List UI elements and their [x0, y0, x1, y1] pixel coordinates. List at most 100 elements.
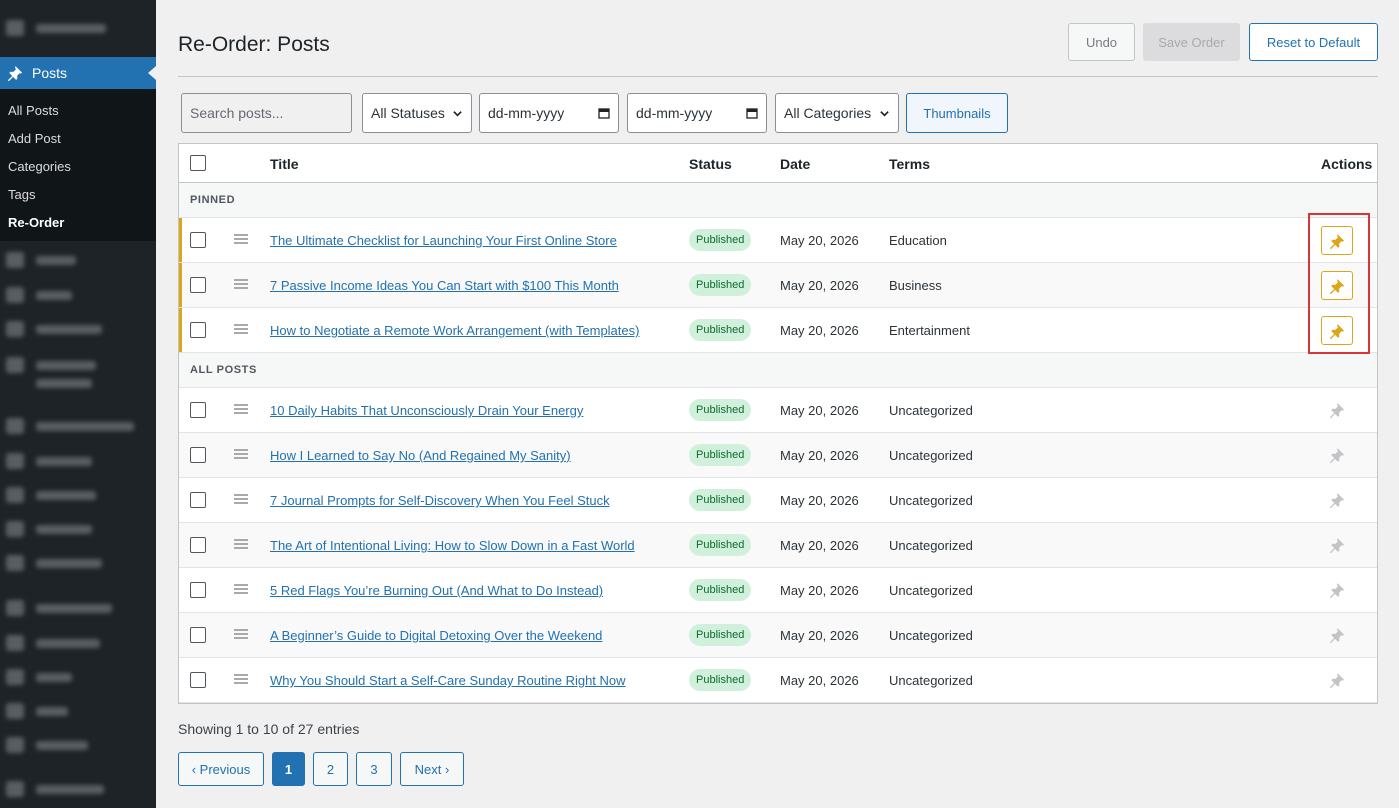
submenu-all-posts[interactable]: All Posts [0, 97, 156, 125]
pin-button[interactable] [1328, 446, 1346, 464]
row-checkbox[interactable] [190, 582, 206, 598]
drag-handle-icon[interactable] [234, 494, 248, 504]
date-from-input[interactable]: dd-mm-yyyy [479, 93, 619, 133]
calendar-icon[interactable] [598, 107, 610, 119]
row-checkbox[interactable] [190, 447, 206, 463]
pin-button[interactable] [1328, 581, 1346, 599]
row-checkbox[interactable] [190, 672, 206, 688]
column-date: Date [780, 156, 811, 172]
date-to-input[interactable]: dd-mm-yyyy [627, 93, 767, 133]
drag-handle-icon[interactable] [234, 234, 248, 244]
table-row[interactable]: Why You Should Start a Self-Care Sunday … [179, 658, 1377, 703]
post-terms: Uncategorized [889, 628, 973, 643]
post-title-link[interactable]: 7 Journal Prompts for Self-Discovery Whe… [270, 493, 610, 508]
pin-button[interactable] [1328, 671, 1346, 689]
sidebar-item-blurred[interactable] [0, 415, 156, 437]
sidebar-item-blurred[interactable] [0, 518, 156, 540]
drag-handle-icon[interactable] [234, 629, 248, 639]
post-title-link[interactable]: The Art of Intentional Living: How to Sl… [270, 538, 635, 553]
save-order-button[interactable]: Save Order [1143, 23, 1240, 61]
row-checkbox[interactable] [190, 232, 206, 248]
post-title-link[interactable]: 10 Daily Habits That Unconsciously Drain… [270, 403, 583, 418]
reset-to-default-button[interactable]: Reset to Default [1249, 23, 1378, 61]
sidebar-item-blurred[interactable] [0, 632, 156, 654]
submenu-tags[interactable]: Tags [0, 181, 156, 209]
drag-handle-icon[interactable] [234, 584, 248, 594]
drag-handle-icon[interactable] [234, 324, 248, 334]
table-row[interactable]: How to Negotiate a Remote Work Arrangeme… [179, 308, 1377, 353]
page-button-2[interactable]: 2 [313, 752, 348, 786]
table-row[interactable]: How I Learned to Say No (And Regained My… [179, 433, 1377, 478]
sidebar-item-blurred[interactable] [0, 249, 156, 271]
status-badge: Published [689, 319, 752, 341]
table-row[interactable]: 5 Red Flags You’re Burning Out (And What… [179, 568, 1377, 613]
sidebar-item-blurred[interactable] [0, 597, 156, 619]
category-select-value: All Categories [784, 105, 872, 121]
sidebar-item-blurred[interactable] [0, 284, 156, 306]
sidebar-item-blurred[interactable] [0, 552, 156, 574]
table-row[interactable]: 7 Passive Income Ideas You Can Start wit… [179, 263, 1377, 308]
pin-button[interactable] [1328, 491, 1346, 509]
row-checkbox[interactable] [190, 277, 206, 293]
table-row[interactable]: 10 Daily Habits That Unconsciously Drain… [179, 388, 1377, 433]
post-date: May 20, 2026 [780, 403, 859, 418]
table-row[interactable]: 7 Journal Prompts for Self-Discovery Whe… [179, 478, 1377, 523]
sidebar-item-dashboard[interactable] [0, 17, 156, 39]
pin-button[interactable] [1328, 626, 1346, 644]
previous-page-button[interactable]: ‹ Previous [178, 752, 264, 786]
thumbnails-toggle-button[interactable]: Thumbnails [906, 93, 1008, 133]
sidebar-item-posts[interactable]: Posts [0, 57, 156, 89]
post-title-link[interactable]: How to Negotiate a Remote Work Arrangeme… [270, 323, 639, 338]
pushpin-icon [1329, 402, 1345, 419]
post-title-link[interactable]: A Beginner’s Guide to Digital Detoxing O… [270, 628, 602, 643]
sidebar-item-blurred[interactable] [0, 700, 156, 722]
row-checkbox[interactable] [190, 402, 206, 418]
sidebar-item-blurred[interactable] [0, 484, 156, 506]
post-terms: Uncategorized [889, 583, 973, 598]
post-terms: Uncategorized [889, 538, 973, 553]
status-badge: Published [689, 399, 752, 421]
status-select[interactable]: All Statuses [362, 93, 472, 133]
category-select[interactable]: All Categories [775, 93, 899, 133]
page-button-3[interactable]: 3 [356, 752, 392, 786]
drag-handle-icon[interactable] [234, 279, 248, 289]
row-checkbox[interactable] [190, 492, 206, 508]
drag-handle-icon[interactable] [234, 449, 248, 459]
all-posts-heading-label: ALL POSTS [190, 364, 257, 376]
table-row[interactable]: The Art of Intentional Living: How to Sl… [179, 523, 1377, 568]
sidebar-item-blurred[interactable] [0, 450, 156, 472]
pin-button[interactable] [1328, 536, 1346, 554]
submenu-categories[interactable]: Categories [0, 153, 156, 181]
submenu-reorder[interactable]: Re-Order [0, 209, 156, 237]
post-terms: Education [889, 233, 947, 248]
search-input[interactable]: Search posts... [181, 93, 352, 133]
post-title-link[interactable]: 7 Passive Income Ideas You Can Start wit… [270, 278, 619, 293]
undo-button[interactable]: Undo [1068, 23, 1135, 61]
drag-handle-icon[interactable] [234, 539, 248, 549]
post-title-link[interactable]: 5 Red Flags You’re Burning Out (And What… [270, 583, 603, 598]
submenu-add-post[interactable]: Add Post [0, 125, 156, 153]
row-checkbox[interactable] [190, 322, 206, 338]
row-checkbox[interactable] [190, 627, 206, 643]
post-title-link[interactable]: How I Learned to Say No (And Regained My… [270, 448, 571, 463]
table-row[interactable]: A Beginner’s Guide to Digital Detoxing O… [179, 613, 1377, 658]
drag-handle-icon[interactable] [234, 674, 248, 684]
pin-actions-highlight [1308, 213, 1370, 354]
drag-handle-icon[interactable] [234, 404, 248, 414]
calendar-icon[interactable] [746, 107, 758, 119]
sidebar-item-blurred[interactable] [0, 318, 156, 340]
post-date: May 20, 2026 [780, 493, 859, 508]
sidebar-item-blurred[interactable] [0, 734, 156, 756]
post-title-link[interactable]: Why You Should Start a Self-Care Sunday … [270, 673, 626, 688]
pin-button[interactable] [1328, 401, 1346, 419]
post-title-link[interactable]: The Ultimate Checklist for Launching You… [270, 233, 617, 248]
column-terms: Terms [889, 156, 930, 172]
next-page-button[interactable]: Next › [400, 752, 464, 786]
sidebar-item-blurred[interactable] [0, 666, 156, 688]
column-actions: Actions [1321, 156, 1373, 172]
page-button-1[interactable]: 1 [272, 752, 305, 786]
select-all-checkbox[interactable] [190, 155, 206, 171]
sidebar-item-blurred[interactable] [0, 778, 156, 800]
row-checkbox[interactable] [190, 537, 206, 553]
table-row[interactable]: The Ultimate Checklist for Launching You… [179, 218, 1377, 263]
